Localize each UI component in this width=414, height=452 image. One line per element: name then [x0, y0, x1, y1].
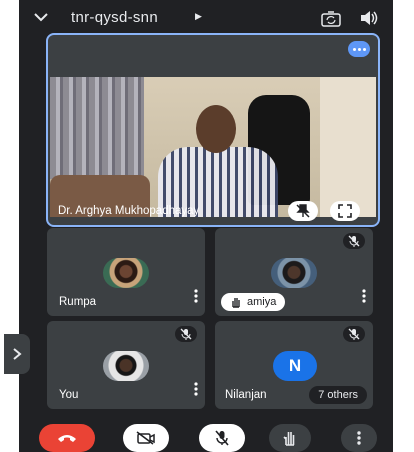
hand-raised-badge: amiya — [221, 293, 286, 311]
participant-tile[interactable]: N Nilanjan 7 others — [215, 321, 373, 409]
speaker-icon[interactable] — [359, 10, 379, 31]
main-video-tile[interactable]: Dr. Arghya Mukhopadhayay — [46, 33, 380, 227]
participant-name: amiya — [247, 296, 277, 308]
avatar: N — [273, 351, 317, 381]
raise-hand-button[interactable] — [269, 424, 311, 452]
fullscreen-icon — [338, 204, 352, 218]
phone-end-icon — [58, 435, 76, 442]
avatar — [103, 351, 149, 381]
participant-tile[interactable]: Rumpa — [47, 228, 205, 316]
mic-off-icon — [343, 326, 365, 342]
switch-camera-icon[interactable] — [321, 11, 341, 32]
avatar — [271, 258, 317, 288]
mic-off-icon — [215, 430, 229, 446]
microphone-toggle-button[interactable] — [199, 424, 245, 452]
chevron-right-icon — [13, 348, 22, 360]
side-panel-toggle[interactable] — [4, 334, 30, 374]
speaking-dots-icon — [348, 41, 370, 57]
hand-icon — [283, 432, 295, 446]
participant-tile[interactable]: You — [47, 321, 205, 409]
more-options-button[interactable] — [341, 424, 377, 452]
hand-icon — [232, 298, 240, 308]
speaker-video — [50, 77, 376, 217]
meet-screen: tnr-qysd-snn ▶ Dr. Arghya Mukhopadhayay — [19, 0, 393, 452]
unpin-button[interactable] — [288, 201, 318, 221]
call-controls — [19, 416, 393, 452]
fullscreen-button[interactable] — [330, 201, 360, 221]
play-right-icon[interactable]: ▶ — [195, 11, 202, 22]
meeting-code[interactable]: tnr-qysd-snn — [71, 9, 158, 26]
others-count-badge[interactable]: 7 others — [309, 386, 367, 404]
mic-off-icon — [175, 326, 197, 342]
camera-toggle-button[interactable] — [123, 424, 169, 452]
more-vert-icon[interactable] — [193, 289, 199, 308]
camera-off-icon — [136, 431, 155, 445]
main-participant-name: Dr. Arghya Mukhopadhayay — [58, 205, 200, 217]
participant-name: You — [59, 389, 79, 401]
more-vert-icon[interactable] — [193, 382, 199, 401]
chevron-down-icon[interactable] — [33, 10, 49, 28]
avatar — [103, 258, 149, 288]
more-vert-icon — [357, 431, 361, 445]
participant-name: Rumpa — [59, 296, 97, 308]
more-vert-icon[interactable] — [361, 289, 367, 308]
end-call-button[interactable] — [39, 424, 95, 452]
participant-tile[interactable]: amiya — [215, 228, 373, 316]
top-bar: tnr-qysd-snn ▶ — [19, 0, 393, 36]
unpin-icon — [296, 204, 310, 218]
participant-name: Nilanjan — [225, 389, 267, 401]
mic-off-icon — [343, 233, 365, 249]
